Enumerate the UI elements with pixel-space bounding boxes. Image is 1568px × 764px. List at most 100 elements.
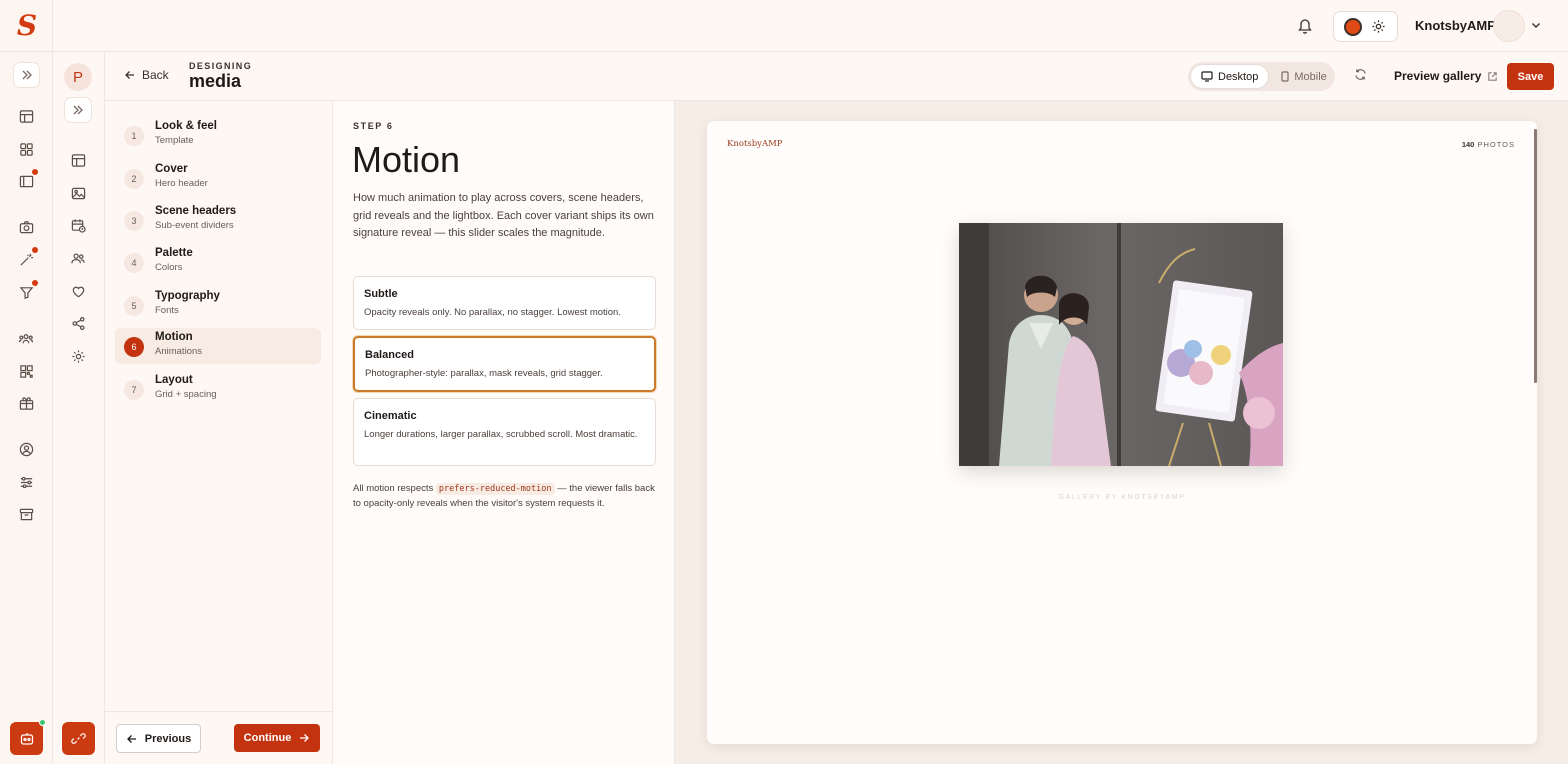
rail-qr-button[interactable] xyxy=(17,362,35,380)
gallery-preview-frame[interactable]: KnotsbyAMP 140 PHOTOS GALLERY BY KNOTSBY… xyxy=(707,121,1537,744)
user-circle-icon xyxy=(19,442,33,456)
quick-link-button[interactable] xyxy=(62,722,95,755)
arrow-left-icon xyxy=(125,71,134,79)
share-icon xyxy=(71,316,85,330)
team-icon xyxy=(18,333,34,343)
image-icon xyxy=(71,187,85,199)
step-subtitle: Template xyxy=(155,135,194,146)
sidebar-layout-button[interactable] xyxy=(69,151,87,169)
link-icon xyxy=(71,733,86,744)
step-item[interactable]: 1 Look & feel Template xyxy=(115,117,321,153)
page-title: Motion xyxy=(352,139,461,180)
step-subtitle: Grid + spacing xyxy=(155,389,217,400)
step-title: Palette xyxy=(155,247,193,259)
grid-icon xyxy=(19,142,33,156)
rail-account-button[interactable] xyxy=(17,440,35,458)
continue-label: Continue xyxy=(243,732,292,744)
rail-archive-button[interactable] xyxy=(17,505,35,523)
option-description: Photographer-style: parallax, mask revea… xyxy=(365,368,603,379)
device-mobile-button[interactable]: Mobile xyxy=(1271,64,1336,89)
step-item[interactable]: 6 Motion Animations xyxy=(115,328,321,364)
step-item[interactable]: 5 Typography Fonts xyxy=(115,287,321,323)
expand-rail-button[interactable] xyxy=(13,62,40,88)
rail-magic-button[interactable] xyxy=(17,247,38,268)
photo-count-number: 140 xyxy=(1461,140,1475,149)
secondary-rail: P xyxy=(53,52,105,764)
step-item[interactable]: 7 Layout Grid + spacing xyxy=(115,371,321,407)
rail-grid-button[interactable] xyxy=(17,140,35,158)
workspace-avatar[interactable]: P xyxy=(64,63,92,91)
settings-button[interactable] xyxy=(1371,19,1387,35)
step-subtitle: Hero header xyxy=(155,178,208,189)
sidebar-share-button[interactable] xyxy=(69,314,87,332)
preview-scrollbar[interactable] xyxy=(1534,129,1537,383)
previous-button[interactable]: Previous xyxy=(116,724,201,753)
sidebar-image-button[interactable] xyxy=(69,184,87,202)
back-label: Back xyxy=(142,68,169,82)
step-label: STEP 6 xyxy=(353,121,394,131)
bell-icon xyxy=(1298,19,1312,34)
refresh-icon xyxy=(1355,69,1366,80)
rail-sliders-button[interactable] xyxy=(17,473,35,491)
step-title: Motion xyxy=(155,331,193,343)
people-icon xyxy=(71,252,85,263)
step-subtitle: Sub-event dividers xyxy=(155,220,234,231)
device-mobile-label: Mobile xyxy=(1294,70,1327,83)
step-item[interactable]: 4 Palette Colors xyxy=(115,244,321,280)
sidebar-people-button[interactable] xyxy=(69,249,87,267)
preview-gallery-link[interactable]: Preview gallery xyxy=(1394,69,1498,83)
notification-dot xyxy=(32,280,38,286)
rail-team-button[interactable] xyxy=(17,329,35,347)
device-toggle: Desktop Mobile xyxy=(1188,62,1335,91)
sidebar-calendar-button[interactable] xyxy=(69,216,87,234)
arrow-right-icon xyxy=(300,734,310,742)
magic-wand-icon xyxy=(19,253,33,266)
motion-settings-panel: STEP 6 Motion How much animation to play… xyxy=(333,101,675,764)
sidebar-favorites-button[interactable] xyxy=(69,282,87,300)
rail-layout-button[interactable] xyxy=(17,107,35,125)
option-title: Balanced xyxy=(365,349,414,361)
rail-gift-button[interactable] xyxy=(17,394,35,412)
save-button[interactable]: Save xyxy=(1507,63,1554,90)
user-avatar[interactable] xyxy=(1493,10,1525,42)
step-subtitle: Fonts xyxy=(155,305,179,316)
top-bar: KnotsbyAMP xyxy=(53,0,1568,52)
couple-photo-illustration xyxy=(959,223,1283,466)
refresh-preview-button[interactable] xyxy=(1354,68,1370,84)
layout-icon xyxy=(19,109,33,123)
sidebar-settings-button[interactable] xyxy=(69,347,87,365)
gallery-name: media xyxy=(189,71,242,91)
designing-eyebrow: DESIGNING xyxy=(189,61,253,71)
back-button[interactable]: Back xyxy=(124,68,169,82)
continue-button[interactable]: Continue xyxy=(234,724,320,752)
step-item[interactable]: 3 Scene headers Sub-event dividers xyxy=(115,202,321,238)
step-title: Layout xyxy=(155,374,193,386)
step-number: 3 xyxy=(124,211,144,231)
step-number: 4 xyxy=(124,253,144,273)
rail-camera-button[interactable] xyxy=(17,218,35,236)
notification-dot xyxy=(32,169,38,175)
step-number: 6 xyxy=(124,337,144,357)
theme-color-swatch[interactable] xyxy=(1344,17,1363,36)
step-number: 7 xyxy=(124,380,144,400)
rail-filter-button[interactable] xyxy=(17,280,38,301)
support-bot-button[interactable] xyxy=(10,719,46,755)
step-item[interactable]: 2 Cover Hero header xyxy=(115,160,321,196)
motion-option-cinematic[interactable]: Cinematic Longer durations, larger paral… xyxy=(353,398,656,466)
account-menu-button[interactable] xyxy=(1530,19,1544,33)
gear-icon xyxy=(71,349,85,363)
app-rail: S xyxy=(0,0,53,764)
steps-sidebar: 1 Look & feel Template 2 Cover Hero header 3 Sc… xyxy=(105,101,333,764)
motion-option-balanced[interactable]: Balanced Photographer-style: parallax, m… xyxy=(353,336,656,392)
layout-icon xyxy=(71,153,85,167)
device-desktop-button[interactable]: Desktop xyxy=(1190,64,1270,89)
bot-icon xyxy=(20,732,33,745)
motion-option-subtle[interactable]: Subtle Opacity reveals only. No parallax… xyxy=(353,276,656,330)
expand-sidebar-button[interactable] xyxy=(64,97,92,123)
account-name[interactable]: KnotsbyAMP xyxy=(1415,18,1496,33)
app-logo[interactable]: S xyxy=(14,12,40,40)
notifications-button[interactable] xyxy=(1297,17,1315,35)
theme-settings-group xyxy=(1333,11,1398,42)
rail-book-button[interactable] xyxy=(17,169,38,190)
photo-count: 140 PHOTOS xyxy=(1462,140,1515,149)
